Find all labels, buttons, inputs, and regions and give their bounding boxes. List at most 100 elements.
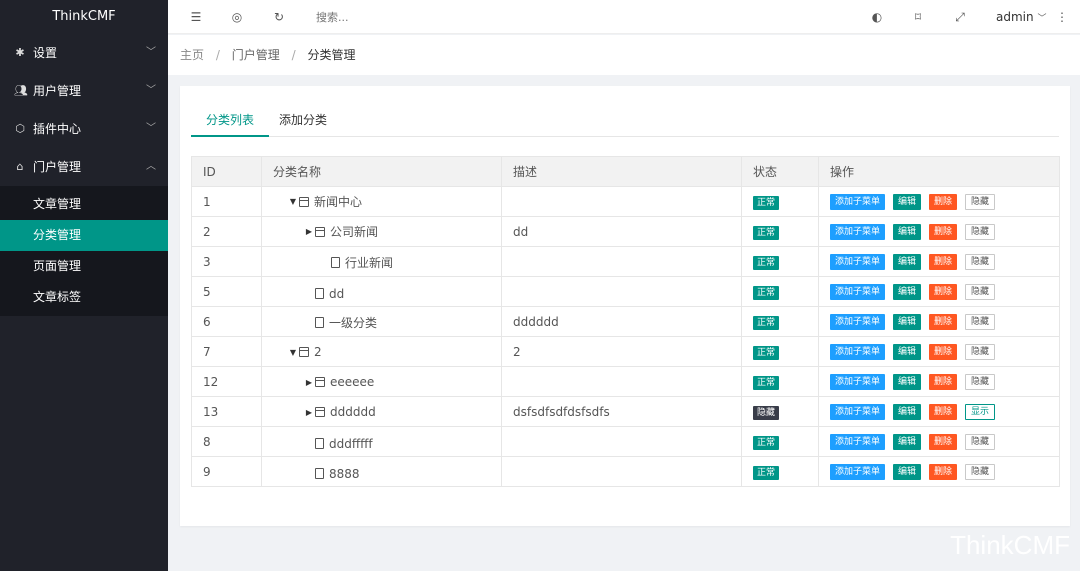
sidebar-item-plugins[interactable]: ⬡ 插件中心 ﹀ xyxy=(0,110,168,148)
caret-right-icon[interactable]: ▶ xyxy=(303,227,315,236)
file-icon xyxy=(331,257,340,269)
cell-desc xyxy=(501,246,742,277)
sidebar-subitem-articles[interactable]: 文章管理 xyxy=(0,189,168,220)
add-child-button[interactable]: 添加子菜单 xyxy=(830,313,886,330)
add-child-button[interactable]: 添加子菜单 xyxy=(830,223,886,240)
tag-icon[interactable]: ⌑ xyxy=(906,0,930,34)
cell-id: 6 xyxy=(191,306,262,337)
table-row: 13 ▶ dddddd dsfsdfsdfdsfsdfs 隐藏 添加子菜单 编辑 删除 显示 xyxy=(191,396,1060,427)
breadcrumb-current: 分类管理 xyxy=(307,48,356,62)
refresh-icon[interactable]: ↻ xyxy=(267,0,291,34)
add-child-button[interactable]: 添加子菜单 xyxy=(830,403,886,420)
cell-actions: 添加子菜单 编辑 删除 隐藏 xyxy=(818,276,1060,307)
edit-button[interactable]: 编辑 xyxy=(893,313,922,330)
toggle-visibility-button[interactable]: 隐藏 xyxy=(965,283,996,300)
edit-button[interactable]: 编辑 xyxy=(893,373,922,390)
col-id: ID xyxy=(191,156,262,187)
cell-actions: 添加子菜单 编辑 删除 隐藏 xyxy=(818,366,1060,397)
category-name: dd xyxy=(329,286,345,301)
add-child-button[interactable]: 添加子菜单 xyxy=(830,433,886,450)
cell-id: 5 xyxy=(191,276,262,307)
caret-down-icon[interactable]: ▼ xyxy=(287,197,299,206)
toggle-visibility-button[interactable]: 隐藏 xyxy=(965,193,996,210)
tab-category-list[interactable]: 分类列表 xyxy=(191,106,270,137)
cell-desc xyxy=(501,456,742,487)
toggle-visibility-button[interactable]: 隐藏 xyxy=(965,253,996,270)
delete-button[interactable]: 删除 xyxy=(929,463,958,480)
status-badge: 正常 xyxy=(753,465,780,480)
sidebar-item-label: 用户管理 xyxy=(33,84,82,98)
theme-icon[interactable]: ◐ xyxy=(865,0,889,34)
edit-button[interactable]: 编辑 xyxy=(893,283,922,300)
breadcrumb: 主页 / 门户管理 / 分类管理 xyxy=(168,35,1080,75)
add-child-button[interactable]: 添加子菜单 xyxy=(830,253,886,270)
delete-button[interactable]: 删除 xyxy=(929,223,958,240)
globe-icon[interactable]: ◎ xyxy=(225,0,249,34)
user-menu[interactable]: admin ﹀ xyxy=(996,0,1046,34)
col-desc: 描述 xyxy=(501,156,742,187)
toggle-visibility-button[interactable]: 隐藏 xyxy=(965,343,996,360)
add-child-button[interactable]: 添加子菜单 xyxy=(830,373,886,390)
edit-button[interactable]: 编辑 xyxy=(893,253,922,270)
caret-right-icon[interactable]: ▶ xyxy=(303,408,315,417)
cube-icon: ⬡ xyxy=(15,122,25,135)
cell-actions: 添加子菜单 编辑 删除 隐藏 xyxy=(818,246,1060,277)
edit-button[interactable]: 编辑 xyxy=(893,193,922,210)
sidebar-item-portal[interactable]: ⌂ 门户管理 ︿ xyxy=(0,148,168,186)
menu-toggle-icon[interactable]: ☰ xyxy=(184,0,208,34)
delete-button[interactable]: 删除 xyxy=(929,373,958,390)
status-badge: 正常 xyxy=(753,225,780,240)
add-child-button[interactable]: 添加子菜单 xyxy=(830,283,886,300)
breadcrumb-home[interactable]: 主页 xyxy=(180,48,204,62)
sidebar-subitem-categories[interactable]: 分类管理 xyxy=(0,220,168,251)
delete-button[interactable]: 删除 xyxy=(929,403,958,420)
edit-button[interactable]: 编辑 xyxy=(893,433,922,450)
breadcrumb-separator: / xyxy=(291,48,296,62)
delete-button[interactable]: 删除 xyxy=(929,343,958,360)
toggle-visibility-button[interactable]: 隐藏 xyxy=(965,223,996,240)
delete-button[interactable]: 删除 xyxy=(929,253,958,270)
more-icon[interactable]: ⋮ xyxy=(1050,0,1074,34)
edit-button[interactable]: 编辑 xyxy=(893,403,922,420)
caret-right-icon[interactable]: ▶ xyxy=(303,378,315,387)
sidebar-subitem-pages[interactable]: 页面管理 xyxy=(0,251,168,282)
add-child-button[interactable]: 添加子菜单 xyxy=(830,343,886,360)
cell-actions: 添加子菜单 编辑 删除 隐藏 xyxy=(818,186,1060,217)
tab-add-category[interactable]: 添加分类 xyxy=(264,106,342,137)
delete-button[interactable]: 删除 xyxy=(929,283,958,300)
fullscreen-icon[interactable]: ⤢ xyxy=(948,0,972,34)
edit-button[interactable]: 编辑 xyxy=(893,223,922,240)
table-row: 12 ▶ eeeeee 正常 添加子菜单 编辑 删除 隐藏 xyxy=(191,366,1060,397)
sidebar-item-settings[interactable]: ✱ 设置 ﹀ xyxy=(0,34,168,72)
edit-button[interactable]: 编辑 xyxy=(893,343,922,360)
sidebar-subitem-tags[interactable]: 文章标签 xyxy=(0,282,168,313)
delete-button[interactable]: 删除 xyxy=(929,193,958,210)
caret-down-icon[interactable]: ▼ xyxy=(287,348,299,357)
toggle-visibility-button[interactable]: 隐藏 xyxy=(965,373,996,390)
folder-icon xyxy=(315,226,325,237)
add-child-button[interactable]: 添加子菜单 xyxy=(830,463,886,480)
cell-name: dd xyxy=(261,276,502,307)
cell-actions: 添加子菜单 编辑 删除 隐藏 xyxy=(818,426,1060,457)
toggle-visibility-button[interactable]: 隐藏 xyxy=(965,313,996,330)
delete-button[interactable]: 删除 xyxy=(929,433,958,450)
content-card: 分类列表 添加分类 ID 分类名称 描述 状态 操作 1 ▼ 新闻中心 正常 添加子菜单… xyxy=(180,86,1070,526)
edit-button[interactable]: 编辑 xyxy=(893,463,922,480)
toggle-visibility-button[interactable]: 隐藏 xyxy=(965,433,996,450)
users-icon: 👥︎ xyxy=(14,84,28,97)
sidebar-item-users[interactable]: 👥︎ 用户管理 ﹀ xyxy=(0,72,168,110)
search-input[interactable] xyxy=(316,6,456,28)
cell-name: 8888 xyxy=(261,456,502,487)
file-icon xyxy=(315,317,324,329)
delete-button[interactable]: 删除 xyxy=(929,313,958,330)
breadcrumb-portal[interactable]: 门户管理 xyxy=(232,48,280,62)
sidebar: ThinkCMF ✱ 设置 ﹀ 👥︎ 用户管理 ﹀ ⬡ 插件中心 ﹀ ⌂ 门户管… xyxy=(0,0,168,571)
toggle-visibility-button[interactable]: 显示 xyxy=(965,403,996,420)
cell-name: ▼ 新闻中心 xyxy=(261,186,502,217)
category-name: 8888 xyxy=(329,466,360,481)
toggle-visibility-button[interactable]: 隐藏 xyxy=(965,463,996,480)
cell-status: 正常 xyxy=(741,246,819,277)
cell-name: ▶ 公司新闻 xyxy=(261,216,502,247)
add-child-button[interactable]: 添加子菜单 xyxy=(830,193,886,210)
cell-id: 1 xyxy=(191,186,262,217)
